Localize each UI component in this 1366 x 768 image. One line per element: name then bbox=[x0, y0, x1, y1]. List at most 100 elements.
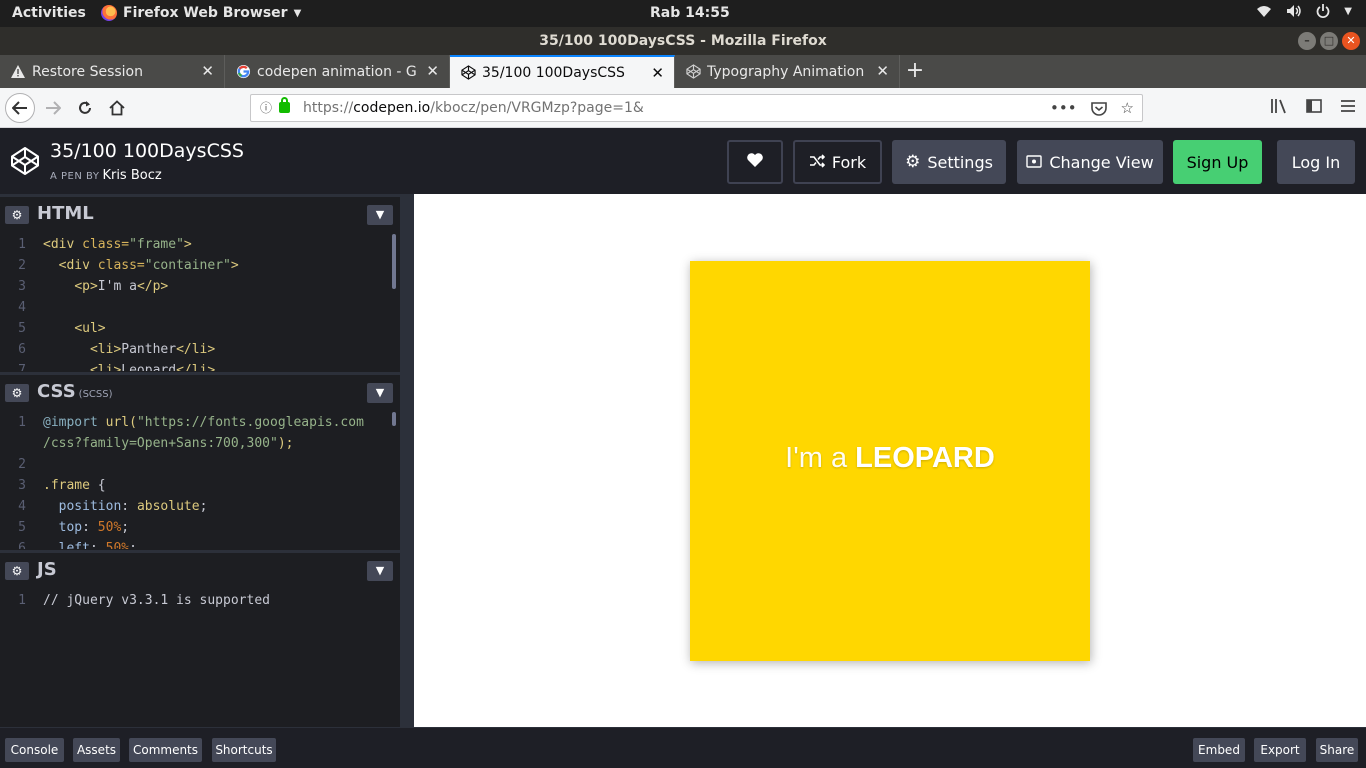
css-code-area[interactable]: 1 @import url("https://fonts.googleapis.c… bbox=[0, 412, 400, 549]
close-icon[interactable]: ✕ bbox=[651, 64, 664, 82]
pen-title: 35/100 100DaysCSS bbox=[50, 140, 244, 162]
embed-button[interactable]: Embed bbox=[1193, 738, 1245, 762]
js-editor-header: ⚙ JS ▼ bbox=[0, 550, 400, 587]
firefox-icon bbox=[101, 5, 117, 21]
pocket-icon[interactable] bbox=[1090, 95, 1107, 124]
change-view-label: Change View bbox=[1049, 152, 1154, 172]
js-editor-title: JS bbox=[37, 559, 57, 580]
activities-button[interactable]: Activities bbox=[12, 5, 86, 21]
heart-icon bbox=[746, 152, 764, 172]
pen-author: A PEN BY Kris Bocz bbox=[50, 168, 162, 183]
comments-button[interactable]: Comments bbox=[129, 738, 202, 762]
window-title-bar: 35/100 100DaysCSS - Mozilla Firefox – □ … bbox=[0, 27, 1366, 55]
close-window-button[interactable]: ✕ bbox=[1342, 32, 1360, 50]
url-bar[interactable]: ⓘ https://codepen.io/kbocz/pen/VRGMzp?pa… bbox=[250, 94, 1143, 122]
codepen-logo-icon[interactable] bbox=[10, 146, 40, 176]
html-settings-gear-icon[interactable]: ⚙ bbox=[5, 206, 29, 224]
new-tab-button[interactable]: + bbox=[900, 55, 930, 88]
settings-label: Settings bbox=[927, 152, 993, 172]
close-icon[interactable]: ✕ bbox=[426, 62, 439, 80]
tab-title: 35/100 100DaysCSS bbox=[482, 64, 625, 81]
clock[interactable]: Rab 14:55 bbox=[650, 5, 730, 21]
caret-down-icon: ▼ bbox=[293, 7, 302, 19]
code-line: 1// jQuery v3.3.1 is supported bbox=[18, 593, 270, 608]
log-in-button[interactable]: Log In bbox=[1277, 140, 1355, 184]
share-button[interactable]: Share bbox=[1316, 738, 1358, 762]
heart-button[interactable] bbox=[727, 140, 783, 184]
code-line: 5 <ul> bbox=[18, 321, 106, 336]
export-button[interactable]: Export bbox=[1254, 738, 1306, 762]
home-button[interactable] bbox=[102, 93, 132, 123]
app-menu[interactable]: Firefox Web Browser ▼ bbox=[101, 5, 301, 21]
scrollbar[interactable] bbox=[392, 412, 396, 426]
code-line: 6 left: 50%; bbox=[18, 541, 137, 549]
power-icon bbox=[1316, 4, 1330, 22]
volume-icon bbox=[1286, 4, 1302, 22]
codepen-icon bbox=[685, 64, 701, 80]
sidebar-icon[interactable] bbox=[1306, 98, 1322, 118]
html-code-area[interactable]: 1 <div class="frame"> 2 <div class="conta… bbox=[0, 234, 400, 371]
hamburger-menu-icon[interactable] bbox=[1340, 98, 1356, 118]
code-line: 7 <li>Leopard</li> bbox=[18, 363, 216, 371]
chevron-down-icon[interactable]: ▼ bbox=[367, 561, 393, 581]
lock-icon[interactable] bbox=[279, 97, 290, 113]
fork-label: Fork bbox=[831, 152, 867, 172]
js-code-area[interactable]: 1// jQuery v3.3.1 is supported bbox=[0, 590, 400, 727]
url-actions: ••• ☆ bbox=[1050, 95, 1134, 124]
html-editor-title: HTML bbox=[37, 203, 94, 224]
tab-codepen-animation-google[interactable]: codepen animation - Goo ✕ bbox=[225, 55, 450, 88]
console-button[interactable]: Console bbox=[5, 738, 64, 762]
navigation-toolbar: ⓘ https://codepen.io/kbocz/pen/VRGMzp?pa… bbox=[0, 88, 1366, 128]
library-icon[interactable] bbox=[1270, 98, 1288, 118]
tab-typography-animation[interactable]: Typography Animation ✕ bbox=[675, 55, 900, 88]
back-button[interactable] bbox=[5, 93, 35, 123]
editor-column: ⚙ HTML ▼ 1 <div class="frame"> 2 <div cla… bbox=[0, 194, 400, 727]
window-controls: – □ ✕ bbox=[1298, 32, 1360, 50]
change-view-button[interactable]: Change View bbox=[1017, 140, 1163, 184]
chevron-down-icon[interactable]: ▼ bbox=[367, 205, 393, 225]
result-preview: I'm a LEOPARD bbox=[414, 194, 1366, 727]
info-icon[interactable]: ⓘ bbox=[260, 95, 272, 121]
tab-restore-session[interactable]: Restore Session ✕ bbox=[0, 55, 225, 88]
fork-icon bbox=[809, 153, 825, 172]
phrase-prefix: I'm a bbox=[785, 442, 848, 474]
shortcuts-button[interactable]: Shortcuts bbox=[212, 738, 276, 762]
tab-100dayscss[interactable]: 35/100 100DaysCSS ✕ bbox=[450, 55, 675, 88]
app-menu-label: Firefox Web Browser bbox=[123, 5, 288, 21]
fork-button[interactable]: Fork bbox=[793, 140, 882, 184]
maximize-button[interactable]: □ bbox=[1320, 32, 1338, 50]
tab-title: codepen animation - Goo bbox=[257, 63, 417, 80]
scrollbar[interactable] bbox=[392, 234, 396, 289]
system-top-bar: Activities Firefox Web Browser ▼ Rab 14:… bbox=[0, 0, 1366, 27]
gear-icon: ⚙ bbox=[905, 152, 921, 172]
settings-button[interactable]: ⚙ Settings bbox=[892, 140, 1006, 184]
code-line: 2 bbox=[18, 457, 26, 472]
author-link[interactable]: Kris Bocz bbox=[102, 168, 161, 183]
phrase-word: LEOPARD bbox=[855, 442, 995, 474]
assets-button[interactable]: Assets bbox=[73, 738, 120, 762]
page-actions-icon[interactable]: ••• bbox=[1050, 95, 1077, 124]
warning-icon bbox=[10, 64, 26, 80]
close-icon[interactable]: ✕ bbox=[201, 62, 214, 80]
resize-handle[interactable] bbox=[400, 194, 414, 727]
code-line: 4 bbox=[18, 300, 26, 315]
code-line: 3 <p>I'm a</p> bbox=[18, 279, 169, 294]
system-tray[interactable]: ▼ bbox=[1256, 4, 1352, 22]
css-settings-gear-icon[interactable]: ⚙ bbox=[5, 384, 29, 402]
animated-phrase: I'm a LEOPARD bbox=[690, 442, 1090, 475]
chevron-down-icon[interactable]: ▼ bbox=[367, 383, 393, 403]
js-settings-gear-icon[interactable]: ⚙ bbox=[5, 562, 29, 580]
close-icon[interactable]: ✕ bbox=[876, 62, 889, 80]
code-line: 2 <div class="container"> bbox=[18, 258, 239, 273]
forward-button[interactable] bbox=[38, 93, 68, 123]
minimize-button[interactable]: – bbox=[1298, 32, 1316, 50]
reload-button[interactable] bbox=[70, 93, 100, 123]
code-line: 1 <div class="frame"> bbox=[18, 237, 192, 252]
wifi-icon bbox=[1256, 4, 1272, 22]
view-icon bbox=[1026, 153, 1043, 172]
tab-title: Typography Animation bbox=[707, 63, 865, 80]
bookmark-star-icon[interactable]: ☆ bbox=[1121, 95, 1134, 124]
code-line: 1 @import url("https://fonts.googleapis.c… bbox=[18, 415, 364, 430]
sign-up-button[interactable]: Sign Up bbox=[1173, 140, 1262, 184]
code-line: /css?family=Open+Sans:700,300"); bbox=[43, 436, 294, 451]
